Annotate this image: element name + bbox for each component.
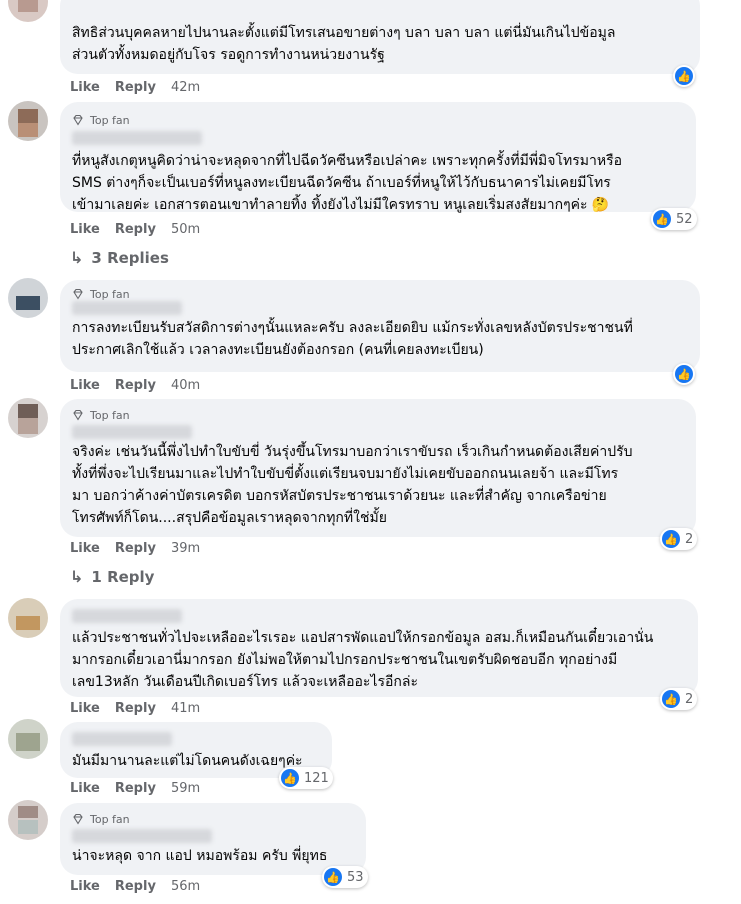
reaction-summary[interactable]: 👍 121 xyxy=(279,767,333,789)
comment-actions: Like Reply 39m xyxy=(70,541,200,556)
reaction-summary[interactable]: 👍 52 xyxy=(651,208,697,230)
reaction-count: 121 xyxy=(304,770,329,786)
diamond-icon xyxy=(73,409,83,421)
comment-time[interactable]: 50m xyxy=(171,222,200,237)
thumbs-up-icon: 👍 xyxy=(662,690,680,708)
thumbs-up-icon: 👍 xyxy=(675,365,693,383)
reply-arrow-icon: ↳ xyxy=(70,248,84,267)
top-fan-badge: Top fan xyxy=(72,811,354,827)
comment-time[interactable]: 56m xyxy=(171,879,200,894)
avatar[interactable] xyxy=(8,101,48,141)
top-fan-badge: Top fan xyxy=(72,407,684,423)
author-name[interactable] xyxy=(72,131,202,145)
avatar[interactable] xyxy=(8,278,48,318)
avatar[interactable] xyxy=(8,719,48,759)
reaction-summary[interactable]: 👍 xyxy=(673,363,695,385)
comment-time[interactable]: 42m xyxy=(171,80,200,95)
reaction-summary[interactable]: 👍 53 xyxy=(322,866,368,888)
like-button[interactable]: Like xyxy=(70,879,100,894)
reaction-count: 2 xyxy=(685,531,694,547)
like-button[interactable]: Like xyxy=(70,222,100,237)
comment-actions: Like Reply 40m xyxy=(70,378,200,393)
reply-button[interactable]: Reply xyxy=(115,541,156,556)
comment-text: น่าจะหลุด จาก แอป หมอพร้อม ครับ พี่ยุทธ xyxy=(72,848,328,864)
top-fan-badge: Top fan xyxy=(72,287,688,301)
like-button[interactable]: Like xyxy=(70,541,100,556)
reply-button[interactable]: Reply xyxy=(115,781,156,796)
thumbs-up-icon: 👍 xyxy=(324,868,342,886)
replies-count: 3 Replies xyxy=(91,248,169,267)
author-name[interactable] xyxy=(72,301,182,315)
reaction-count: 52 xyxy=(676,211,693,227)
author-name[interactable] xyxy=(72,609,182,623)
comment-actions: Like Reply 42m xyxy=(70,80,200,95)
comment-text: แล้วประชาชนทั่วไปจะเหลืออะไรเรอะ แอปสารพ… xyxy=(72,630,654,690)
comment-text: สิทธิส่วนบุคคลหายไปนานละตั้งแต่มีโทรเสนอ… xyxy=(72,25,616,63)
avatar[interactable] xyxy=(8,800,48,840)
thumbs-up-icon: 👍 xyxy=(675,67,693,85)
thumbs-up-icon: 👍 xyxy=(662,530,680,548)
view-replies-link[interactable]: ↳ 1 Reply xyxy=(70,567,154,586)
reaction-summary[interactable]: 👍 xyxy=(673,65,695,87)
reply-arrow-icon: ↳ xyxy=(70,567,84,586)
comment-time[interactable]: 40m xyxy=(171,378,200,393)
badge-label: Top fan xyxy=(90,113,130,127)
comment-bubble: Top fan การลงทะเบียนรับสวัสดิการต่างๆนั้… xyxy=(60,280,700,372)
reaction-count: 2 xyxy=(685,691,694,707)
view-replies-link[interactable]: ↳ 3 Replies xyxy=(70,248,169,267)
comment-bubble: แล้วประชาชนทั่วไปจะเหลืออะไรเรอะ แอปสารพ… xyxy=(60,599,698,697)
avatar[interactable] xyxy=(8,598,48,638)
comment-actions: Like Reply 50m xyxy=(70,222,200,237)
replies-count: 1 Reply xyxy=(91,567,155,586)
like-button[interactable]: Like xyxy=(70,378,100,393)
comment-bubble: สิทธิส่วนบุคคลหายไปนานละตั้งแต่มีโทรเสนอ… xyxy=(60,0,700,74)
comment-text: ที่หนูสังเกตุหนูคิดว่าน่าจะหลุดจากที่ไปฉ… xyxy=(72,153,622,213)
like-button[interactable]: Like xyxy=(70,701,100,716)
avatar[interactable] xyxy=(8,398,48,438)
reply-button[interactable]: Reply xyxy=(115,701,156,716)
like-button[interactable]: Like xyxy=(70,781,100,796)
comment-bubble: Top fan ที่หนูสังเกตุหนูคิดว่าน่าจะหลุดจ… xyxy=(60,102,696,213)
reaction-summary[interactable]: 👍 2 xyxy=(660,528,698,550)
top-fan-badge: Top fan xyxy=(72,112,684,128)
diamond-icon xyxy=(73,288,83,300)
diamond-icon xyxy=(73,813,83,825)
reaction-count: 53 xyxy=(347,869,364,885)
avatar[interactable] xyxy=(8,0,48,22)
comment-time[interactable]: 39m xyxy=(171,541,200,556)
comment-actions: Like Reply 41m xyxy=(70,701,200,716)
badge-label: Top fan xyxy=(90,287,130,301)
author-name[interactable] xyxy=(72,732,172,746)
comment-bubble: Top fan จริงค่ะ เช่นวันนี้พึ่งไปทำใบขับข… xyxy=(60,399,696,537)
comment-bubble: Top fan น่าจะหลุด จาก แอป หมอพร้อม ครับ … xyxy=(60,803,366,875)
thumbs-up-icon: 👍 xyxy=(281,769,299,787)
badge-label: Top fan xyxy=(90,812,130,826)
comment-actions: Like Reply 59m xyxy=(70,781,200,796)
reply-button[interactable]: Reply xyxy=(115,222,156,237)
comment-text: จริงค่ะ เช่นวันนี้พึ่งไปทำใบขับขี่ วันรุ… xyxy=(72,444,633,526)
reply-button[interactable]: Reply xyxy=(115,378,156,393)
author-name[interactable] xyxy=(72,425,192,439)
reaction-summary[interactable]: 👍 2 xyxy=(660,688,698,710)
like-button[interactable]: Like xyxy=(70,80,100,95)
reply-button[interactable]: Reply xyxy=(115,80,156,95)
author-name[interactable] xyxy=(72,829,212,843)
comment-time[interactable]: 59m xyxy=(171,781,200,796)
badge-label: Top fan xyxy=(90,408,130,422)
comment-actions: Like Reply 56m xyxy=(70,879,200,894)
reply-button[interactable]: Reply xyxy=(115,879,156,894)
thumbs-up-icon: 👍 xyxy=(653,210,671,228)
diamond-icon xyxy=(73,114,83,126)
comment-text: การลงทะเบียนรับสวัสดิการต่างๆนั้นแหละครั… xyxy=(72,320,633,358)
comment-time[interactable]: 41m xyxy=(171,701,200,716)
